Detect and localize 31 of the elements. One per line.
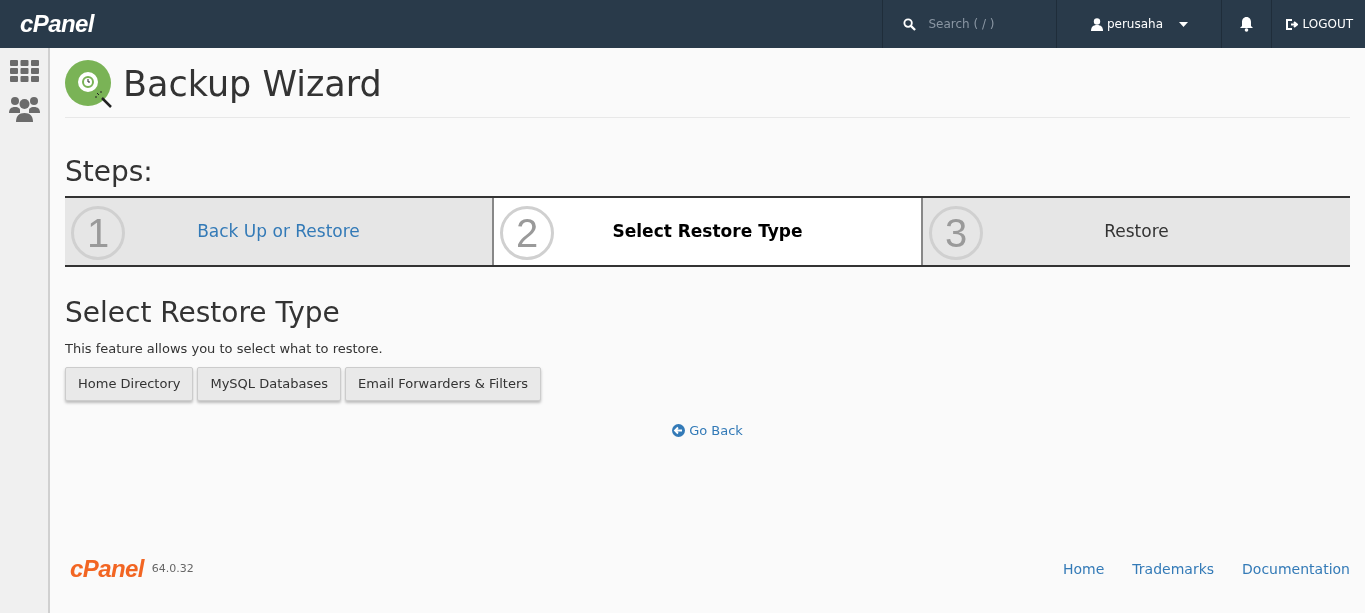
section-title: Select Restore Type — [65, 299, 341, 327]
restore-type-button[interactable]: Home Directory — [65, 366, 194, 401]
cpanel-logo[interactable]: cPanel — [20, 6, 94, 42]
restore-type-button[interactable]: Email Forwarders & Filters — [345, 366, 541, 401]
grid-icon[interactable] — [9, 60, 39, 82]
footer-link[interactable]: Trademarks — [1132, 558, 1215, 580]
bell-icon — [1239, 16, 1255, 32]
step-tab[interactable]: 2 Select Restore Type — [492, 198, 921, 265]
footer-link[interactable]: Documentation — [1242, 558, 1350, 580]
user-menu[interactable]: perusaha — [1056, 0, 1222, 48]
step-tab[interactable]: 3 Restore — [921, 198, 1350, 265]
back-arrow-icon — [672, 423, 686, 437]
step-number: 3 — [929, 206, 983, 260]
steps-heading: Steps: — [65, 158, 154, 186]
description: This feature allows you to select what to restore. — [65, 340, 384, 358]
step-number: 1 — [71, 206, 125, 260]
step-tab[interactable]: 1 Back Up or Restore — [65, 198, 492, 265]
logout-icon — [1286, 18, 1299, 30]
page-title: Backup Wizard — [123, 66, 382, 102]
search-icon — [903, 17, 917, 31]
restore-type-button[interactable]: MySQL Databases — [197, 366, 342, 401]
user-icon — [1090, 17, 1103, 31]
search-field[interactable]: Search ( / ) — [928, 15, 1039, 33]
footer-link[interactable]: Home — [1063, 558, 1105, 580]
logout-button[interactable]: LOGOUT — [1271, 0, 1365, 48]
backup-wizard-icon — [65, 60, 113, 108]
step-number: 2 — [500, 206, 554, 260]
caret-icon — [1179, 21, 1188, 27]
users-icon[interactable] — [8, 96, 40, 122]
version-number: 64.0.32 — [151, 560, 194, 577]
go-back-link[interactable]: Go Back — [672, 420, 743, 440]
